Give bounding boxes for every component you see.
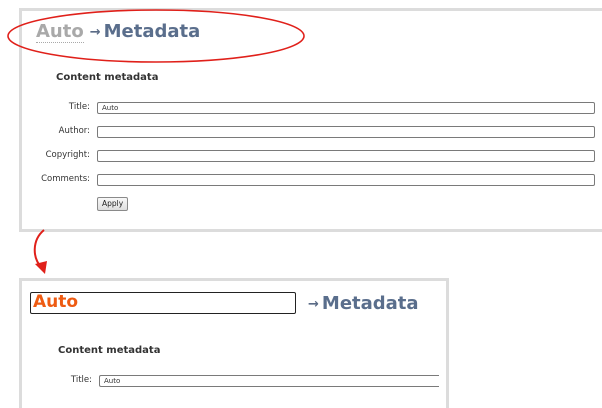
- red-curved-arrow-icon: [33, 229, 47, 274]
- section-title: Content metadata: [56, 72, 159, 83]
- title-row: Title:: [22, 374, 92, 388]
- metadata-panel-after: Auto → Metadata Content metadata Title:: [19, 278, 449, 408]
- source-name-edit-field[interactable]: Auto: [30, 292, 296, 314]
- title-row: Title:: [22, 101, 90, 115]
- title-input[interactable]: [99, 375, 439, 387]
- breadcrumb: → Metadata: [302, 293, 419, 314]
- arrow-right-icon: →: [308, 297, 319, 312]
- author-row: Author:: [22, 125, 90, 139]
- title-label: Title:: [70, 375, 92, 385]
- copyright-label: Copyright:: [45, 150, 90, 160]
- comments-label: Comments:: [41, 174, 90, 184]
- title-input[interactable]: [97, 102, 595, 114]
- comments-row: Comments:: [22, 173, 90, 187]
- copyright-row: Copyright:: [22, 149, 90, 163]
- apply-button[interactable]: Apply: [97, 197, 129, 211]
- author-input[interactable]: [97, 126, 595, 138]
- author-label: Author:: [58, 126, 90, 136]
- title-label: Title:: [68, 102, 90, 112]
- copyright-input[interactable]: [97, 150, 595, 162]
- comments-input[interactable]: [97, 174, 595, 186]
- section-title: Content metadata: [58, 345, 161, 356]
- breadcrumb-page-title: Metadata: [321, 293, 419, 314]
- highlight-ellipse: [7, 9, 305, 63]
